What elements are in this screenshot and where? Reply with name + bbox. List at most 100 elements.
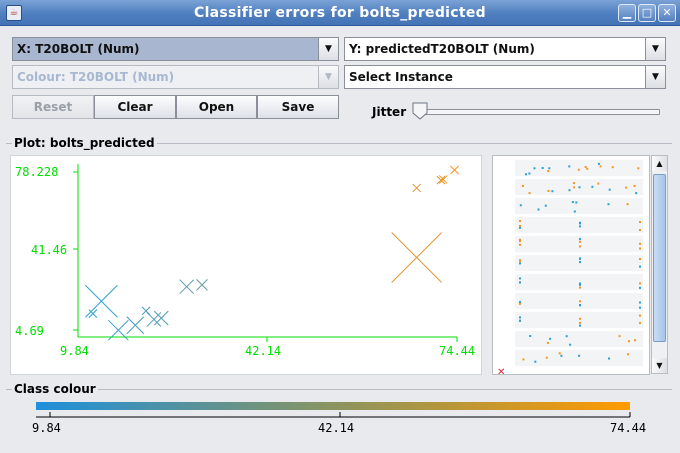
matrix-point bbox=[579, 238, 581, 241]
matrix-point bbox=[639, 247, 641, 250]
matrix-point bbox=[558, 352, 561, 355]
matrix-point bbox=[597, 162, 600, 165]
minimize-icon[interactable]: ▁ bbox=[618, 4, 636, 22]
matrix-point bbox=[608, 357, 610, 360]
class-colour-legend: 9.84 42.14 74.44 bbox=[32, 402, 646, 435]
matrix-point bbox=[573, 182, 575, 185]
matrix-point bbox=[547, 170, 550, 173]
matrix-point bbox=[551, 190, 554, 193]
matrix-point bbox=[519, 316, 521, 319]
matrix-point bbox=[579, 245, 581, 248]
class-colour-label-mid: 42.14 bbox=[318, 421, 354, 435]
scatter-matrix-preview[interactable]: ✕ bbox=[492, 155, 650, 375]
instance-select[interactable]: Select Instance ▼ bbox=[344, 65, 666, 89]
scatter-matrix-svg[interactable]: ✕ bbox=[493, 156, 650, 375]
class-colour-gradient bbox=[36, 402, 630, 410]
data-point bbox=[450, 165, 459, 175]
colour-select-value: Colour: T20BOLT (Num) bbox=[17, 70, 175, 84]
data-point bbox=[391, 232, 443, 283]
y-axis-select[interactable]: Y: predictedT20BOLT (Num) ▼ bbox=[344, 37, 666, 61]
matrix-point bbox=[625, 186, 628, 189]
window-title: Classifier errors for bolts_predicted bbox=[194, 4, 486, 21]
scroll-up-icon[interactable]: ▲ bbox=[652, 156, 667, 171]
matrix-point bbox=[627, 353, 629, 356]
data-point bbox=[179, 279, 195, 295]
save-button[interactable]: Save bbox=[257, 95, 339, 119]
scatter-plot-svg[interactable]: 78.228 41.46 4.69 9.84 42.14 74.44 bbox=[11, 156, 483, 376]
x-axis-select[interactable]: X: T20BOLT (Num) ▼ bbox=[12, 37, 339, 61]
matrix-point bbox=[639, 314, 641, 317]
title-bar[interactable]: ☕ Classifier errors for bolts_predicted … bbox=[0, 0, 680, 26]
chevron-down-icon[interactable]: ▼ bbox=[645, 38, 665, 60]
matrix-point bbox=[639, 242, 641, 245]
x-tick-label-mid: 42.14 bbox=[245, 344, 281, 358]
matrix-point bbox=[534, 360, 537, 363]
matrix-point bbox=[571, 201, 574, 204]
data-point bbox=[196, 279, 208, 291]
y-tick-label-max: 78.228 bbox=[15, 165, 58, 179]
chevron-down-icon[interactable]: ▼ bbox=[645, 66, 665, 88]
matrix-point bbox=[578, 354, 581, 357]
reset-button: Reset bbox=[12, 95, 94, 119]
matrix-point bbox=[599, 165, 602, 168]
matrix-point bbox=[568, 165, 571, 168]
matrix-point bbox=[549, 337, 552, 340]
matrix-point bbox=[568, 189, 571, 192]
y-axis-select-value: Y: predictedT20BOLT (Num) bbox=[349, 42, 535, 56]
matrix-point bbox=[519, 220, 521, 222]
matrix-point bbox=[637, 167, 640, 170]
maximize-icon[interactable]: □ bbox=[638, 4, 656, 22]
scatter-plot[interactable]: 78.228 41.46 4.69 9.84 42.14 74.44 bbox=[10, 155, 482, 375]
matrix-point bbox=[519, 302, 521, 305]
matrix-point bbox=[579, 261, 581, 264]
matrix-point bbox=[519, 204, 522, 207]
scroll-down-icon[interactable]: ▼ bbox=[652, 358, 667, 373]
matrix-point bbox=[635, 192, 638, 195]
data-point bbox=[88, 309, 98, 318]
x-tick-label-max: 74.44 bbox=[439, 344, 475, 358]
matrix-point bbox=[528, 192, 531, 195]
class-colour-group-title: Class colour bbox=[12, 382, 98, 396]
matrix-point bbox=[639, 229, 641, 232]
matrix-point bbox=[579, 286, 581, 289]
matrix-point bbox=[639, 322, 641, 325]
matrix-point bbox=[577, 168, 580, 171]
clear-button[interactable]: Clear bbox=[94, 95, 176, 119]
data-point bbox=[412, 183, 422, 193]
matrix-point bbox=[639, 301, 641, 304]
matrix-point bbox=[578, 186, 581, 189]
close-icon[interactable]: ✕ bbox=[658, 4, 676, 22]
jitter-label: Jitter bbox=[372, 105, 407, 119]
chevron-down-icon[interactable]: ▼ bbox=[318, 38, 338, 60]
open-button[interactable]: Open bbox=[176, 95, 257, 119]
matrix-point bbox=[545, 356, 548, 359]
matrix-point bbox=[639, 258, 641, 260]
matrix-point bbox=[639, 306, 641, 309]
matrix-vertical-scrollbar[interactable]: ▲ ▼ bbox=[651, 155, 668, 374]
matrix-point bbox=[565, 335, 568, 338]
matrix-point bbox=[639, 221, 641, 223]
matrix-point bbox=[584, 166, 587, 168]
matrix-point bbox=[544, 204, 547, 207]
matrix-point bbox=[547, 189, 550, 192]
matrix-point bbox=[579, 225, 581, 228]
scroll-thumb[interactable] bbox=[653, 174, 666, 342]
matrix-point bbox=[607, 203, 610, 206]
matrix-close-mark: ✕ bbox=[497, 367, 505, 375]
jitter-slider-track[interactable] bbox=[416, 109, 660, 115]
matrix-point bbox=[519, 243, 521, 246]
chevron-down-icon: ▼ bbox=[318, 66, 338, 88]
matrix-point bbox=[634, 339, 637, 342]
matrix-point bbox=[627, 340, 630, 343]
y-tick-label-mid: 41.46 bbox=[31, 243, 67, 257]
java-app-icon: ☕ bbox=[6, 5, 22, 21]
matrix-point bbox=[579, 222, 581, 225]
jitter-slider-thumb[interactable] bbox=[412, 102, 428, 120]
matrix-point bbox=[522, 358, 525, 361]
matrix-point bbox=[528, 172, 531, 175]
matrix-point bbox=[626, 203, 629, 206]
matrix-point bbox=[519, 224, 521, 227]
matrix-point bbox=[519, 226, 521, 229]
matrix-rows: ✕ bbox=[497, 160, 643, 375]
matrix-point bbox=[519, 240, 521, 242]
